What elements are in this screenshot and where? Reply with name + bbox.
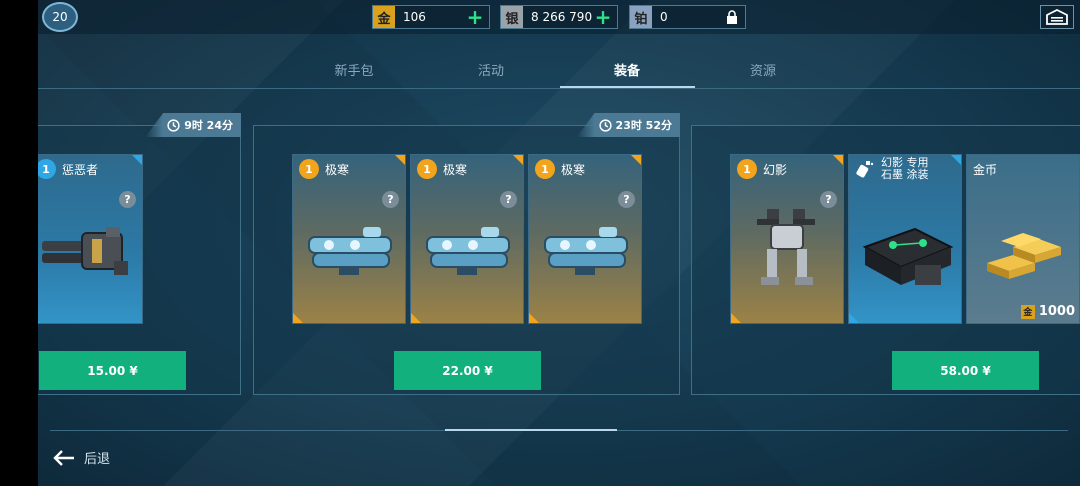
pager-indicator [445,429,617,431]
item-card[interactable]: 1 极寒 ? [528,154,642,324]
gold-bars-icon [987,233,1061,279]
offer-timer-text-1: 9时 24分 [184,119,233,132]
item-name: 极寒 [325,162,350,177]
buy-button-1[interactable]: 15.00 ¥ [39,351,186,390]
item-card[interactable]: 1 幻影 ? [730,154,844,324]
item-name: 惩恶者 [62,162,99,177]
back-arrow-icon [53,449,74,466]
platinum-icon: 铂 [630,6,652,28]
silver-icon: 银 [501,6,523,28]
offer-panel-1: 9时 24分 1 惩恶者 ? 15.00 ¥ [38,113,241,395]
player-level-badge[interactable]: 20 [42,2,78,32]
clock-icon [598,118,612,132]
paint-skin-icon [862,227,954,285]
garage-icon [1046,9,1068,25]
offer-panel-3: 1 幻影 ? 幻影 专用 石墨 涂装 金币 金 1000 58.00 ¥ [691,125,1080,395]
item-name-line-2: 石墨 涂装 [881,168,929,181]
tabs-divider [38,88,1080,89]
frost-cannon-icon [426,227,510,275]
gold-currency-icon: 金 [1020,304,1035,319]
price-label: 15.00 ¥ [87,363,138,378]
buy-button-2[interactable]: 22.00 ¥ [394,351,541,390]
item-count: 1 [38,159,56,179]
platinum-currency: 铂 0 [629,5,746,29]
item-card[interactable]: 1 极寒 ? [410,154,524,324]
item-name: 极寒 [561,162,586,177]
item-count: 1 [737,159,757,179]
item-name: 幻影 [763,162,788,177]
add-gold-button[interactable]: + [465,7,485,27]
left-screen-edge [0,0,38,486]
silver-currency: 银 8 266 790 + [500,5,618,29]
item-count: 1 [535,159,555,179]
item-name: 极寒 [443,162,468,177]
item-name: 金币 [973,162,998,177]
offer-panel-2: 23时 52分 1 极寒 ? 1 极寒 ? 1 极寒 ? 22.00 ¥ [253,113,680,395]
tab-events[interactable]: 活动 [478,60,504,79]
item-card[interactable]: 1 极寒 ? [292,154,406,324]
clock-icon [167,118,180,132]
item-card[interactable]: 1 惩恶者 ? [38,154,143,324]
spray-paint-icon [856,161,874,178]
back-label: 后退 [84,452,111,467]
gold-icon: 金 [373,6,395,28]
tab-resources[interactable]: 资源 [750,60,776,79]
item-card[interactable]: 幻影 专用 石墨 涂装 [848,154,962,324]
item-count: 1 [417,159,437,179]
back-button[interactable]: 后退 [52,448,110,467]
category-tabs: 新手包 活动 装备 资源 [38,34,1080,90]
player-level: 20 [52,10,68,24]
lock-icon[interactable] [725,10,739,24]
price-label: 22.00 ¥ [442,363,493,378]
tab-starter-packs[interactable]: 新手包 [334,60,373,79]
item-card[interactable]: 金币 金 1000 [966,154,1080,324]
frost-cannon-icon [308,227,392,275]
item-count: 1 [299,159,319,179]
gold-amount: 106 [403,10,426,24]
coin-amount-value: 1000 [1038,304,1075,319]
offer-timer-1: 9时 24分 [145,113,241,137]
tab-equipment[interactable]: 装备 [614,60,640,79]
add-silver-button[interactable]: + [593,7,613,27]
silver-amount: 8 266 790 [531,10,593,24]
shop-screen: 20 金 106 + 银 8 266 790 + 铂 0 新手包 活动 装备 资… [38,0,1080,486]
price-label: 58.00 ¥ [940,363,991,378]
frost-cannon-icon [544,227,628,275]
phantom-robot-icon [757,209,815,285]
offer-timer-text-2: 23时 52分 [615,119,672,132]
top-bar: 20 金 106 + 银 8 266 790 + 铂 0 [38,0,1080,34]
platinum-amount: 0 [660,10,668,24]
garage-button[interactable] [1040,5,1074,29]
gatling-gun-icon [42,227,128,275]
buy-button-3[interactable]: 58.00 ¥ [892,351,1039,390]
offer-timer-2: 23时 52分 [576,113,680,137]
gold-currency: 金 106 + [372,5,490,29]
coin-amount: 金 1000 [1020,304,1075,319]
